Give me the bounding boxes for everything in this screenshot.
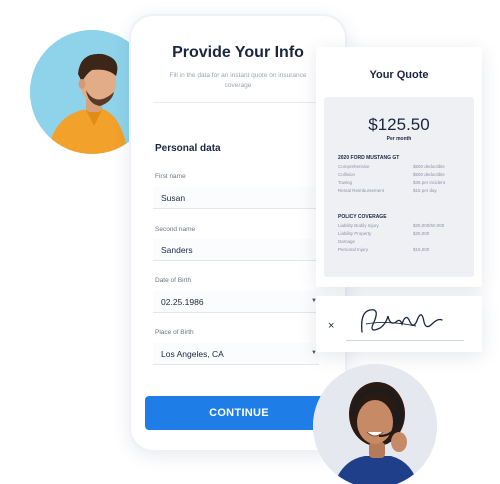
coverage-value: $500 deductible [413, 172, 445, 177]
first-name-field[interactable]: Susan [153, 187, 319, 209]
coverage-name: Rental Reimbursement [338, 188, 385, 193]
coverage-name: Comprehensive [338, 164, 370, 169]
date-of-birth-select[interactable]: 02.25.1986 ▼ [153, 291, 319, 313]
first-name-label: First name [155, 173, 186, 180]
coverage-row: Towing $35 per incident [338, 180, 464, 187]
signature-mark: × [328, 320, 335, 332]
coverage-name: Liability Property [338, 231, 372, 236]
coverage-value: $15,000 [413, 247, 430, 252]
coverage-value: $25,000/50,000 [413, 223, 445, 228]
quote-summary: $125.50 Per month 2020 FORD MUSTANG GT C… [324, 97, 474, 277]
coverage-value: $500 deductible [413, 164, 445, 169]
section-title: Personal data [155, 143, 221, 154]
coverage-row: Liability Property $25,000 [338, 231, 464, 238]
info-form-panel: Provide Your Info Fill in the data for a… [129, 14, 347, 452]
quote-period: Per month [386, 136, 412, 142]
first-name-value: Susan [161, 193, 186, 203]
date-of-birth-value: 02.25.1986 [161, 297, 204, 307]
form-subtitle: Fill in the data for an instant quote on… [169, 72, 307, 89]
coverage-value: $15 per day [413, 188, 437, 193]
coverage-name: Personal Injury [338, 247, 369, 252]
support-agent-photo-icon [313, 364, 437, 484]
second-name-value: Sanders [161, 245, 193, 255]
coverage-value: $35 per incident [413, 180, 446, 185]
coverage-row: Collision $500 deductible [338, 172, 464, 179]
coverage-name: Damage [338, 239, 356, 244]
coverage-name: Towing [338, 180, 353, 185]
place-of-birth-label: Place of Birth [155, 329, 194, 336]
policy-title: POLICY COVERAGE [338, 214, 387, 220]
vehicle-title: 2020 FORD MUSTANG GT [338, 155, 400, 161]
coverage-row: Liability Bodily Injury $25,000/50,000 [338, 223, 464, 230]
coverage-row: Rental Reimbursement $15 per day [338, 188, 464, 195]
form-title: Provide Your Info [172, 44, 304, 61]
signature-icon [361, 309, 443, 333]
form-divider [153, 102, 323, 103]
quote-title: Your Quote [369, 69, 429, 81]
quote-card: Your Quote $125.50 Per month 2020 FORD M… [316, 47, 482, 287]
continue-button[interactable]: CONTINUE [145, 396, 333, 430]
coverage-row: Personal Injury $15,000 [338, 247, 464, 254]
coverage-value: $25,000 [413, 231, 430, 236]
signature-line [346, 340, 464, 341]
coverage-name: Collision [338, 172, 356, 177]
quote-price: $125.50 [368, 115, 430, 134]
second-name-field[interactable]: Sanders [153, 239, 319, 261]
avatar-woman [313, 364, 437, 484]
signature-card[interactable]: × [316, 296, 482, 352]
date-of-birth-label: Date of Birth [155, 277, 192, 284]
coverage-row: Damage [338, 239, 464, 246]
place-of-birth-value: Los Angeles, CA [161, 349, 224, 359]
coverage-name: Liability Bodily Injury [338, 223, 379, 228]
second-name-label: Second name [155, 226, 196, 233]
coverage-row: Comprehensive $500 deductible [338, 164, 464, 171]
place-of-birth-select[interactable]: Los Angeles, CA ▼ [153, 343, 319, 365]
